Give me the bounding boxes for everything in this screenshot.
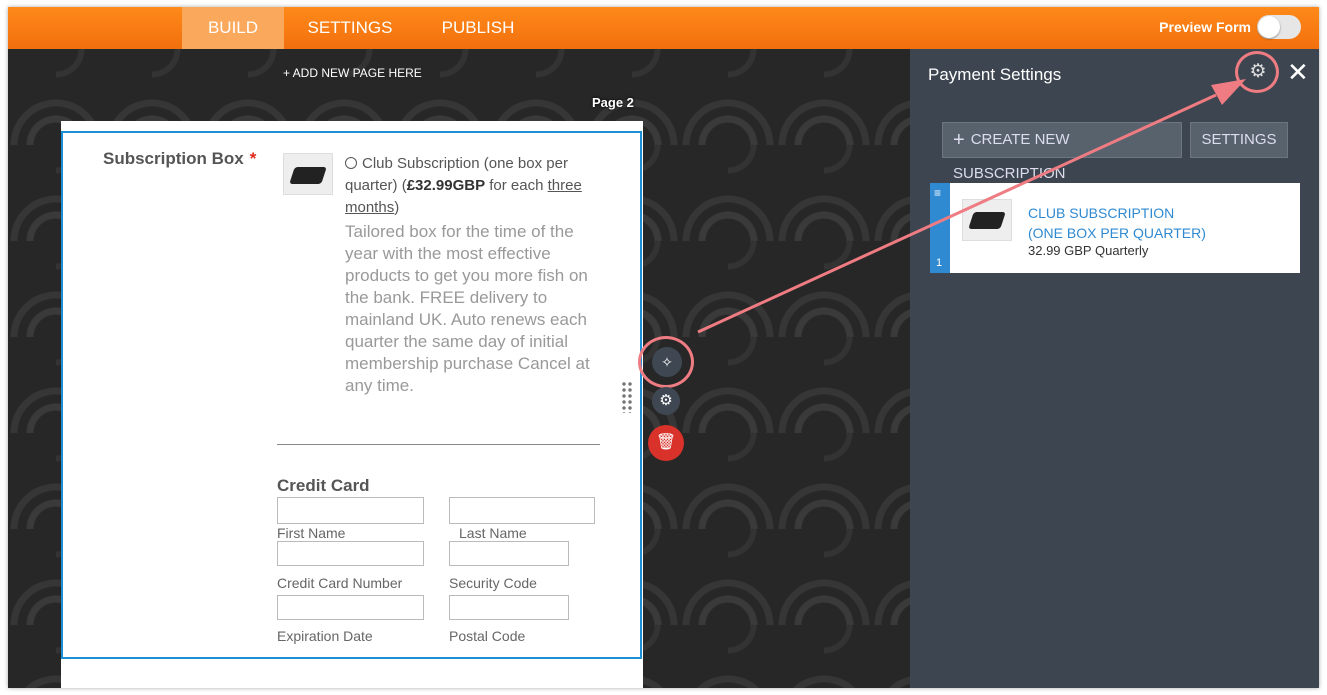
annotation-arrow <box>697 79 1246 334</box>
app-frame: BUILD SETTINGS PUBLISH Preview Form + AD… <box>8 7 1319 688</box>
